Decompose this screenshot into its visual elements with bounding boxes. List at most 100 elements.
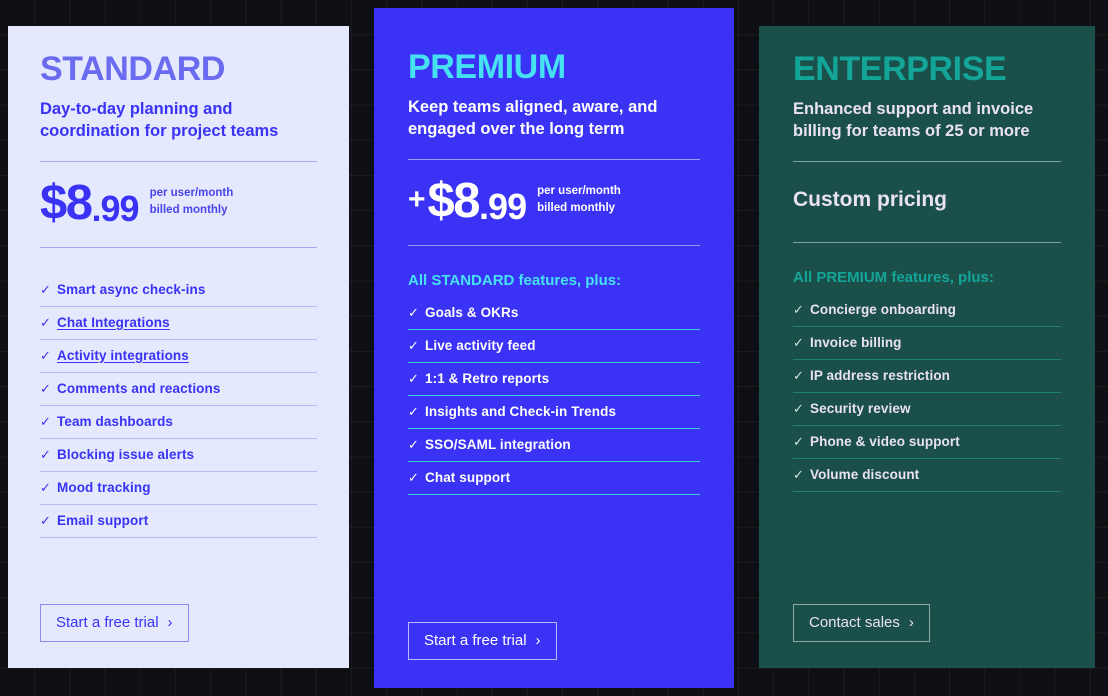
check-icon: ✓ xyxy=(408,436,419,452)
feature-item: ✓ Chat Integrations xyxy=(40,307,317,340)
plan-title-premium: PREMIUM xyxy=(408,48,566,86)
price-meta: per user/month billed monthly xyxy=(150,185,234,225)
check-icon: ✓ xyxy=(40,380,51,396)
feature-item: ✓ 1:1 & Retro reports xyxy=(408,363,700,396)
check-icon: ✓ xyxy=(40,446,51,462)
price-meta-line2: billed monthly xyxy=(149,204,228,217)
feature-link-chat-integrations[interactable]: Chat Integrations xyxy=(57,315,170,330)
plan-tagline-premium: Keep teams aligned, aware, and engaged o… xyxy=(408,98,658,139)
feature-label: Team dashboards xyxy=(57,413,174,429)
feature-item: ✓ SSO/SAML integration xyxy=(408,429,700,462)
features-section-heading-enterprise: All PREMIUM features, plus: xyxy=(793,268,994,286)
check-icon: ✓ xyxy=(40,347,51,363)
cta-wrap: Contact sales › xyxy=(793,604,1061,668)
feature-label: Comments and reactions xyxy=(57,380,221,396)
check-icon: ✓ xyxy=(40,413,51,429)
price-block-enterprise: Custom pricing xyxy=(793,162,1061,242)
pricing-card-enterprise: ENTERPRISE Enhanced support and invoice … xyxy=(759,26,1095,668)
check-icon: ✓ xyxy=(40,281,51,297)
start-free-trial-button-premium[interactable]: Start a free trial › xyxy=(408,622,557,660)
feature-item: ✓ Live activity feed xyxy=(408,330,700,363)
plan-tagline-enterprise: Enhanced support and invoice billing for… xyxy=(793,100,1034,141)
feature-label: IP address restriction xyxy=(810,367,951,383)
chevron-right-icon: › xyxy=(908,614,914,631)
check-icon: ✓ xyxy=(408,337,419,353)
divider-below-price xyxy=(408,244,700,246)
contact-sales-button[interactable]: Contact sales › xyxy=(793,604,930,642)
features-spacer xyxy=(40,248,317,274)
check-icon: ✓ xyxy=(793,334,804,350)
feature-label: Mood tracking xyxy=(57,479,151,495)
pricing-card-standard: STANDARD Day-to-day planning and coordin… xyxy=(8,26,349,668)
cta-label: Contact sales xyxy=(809,614,900,631)
feature-label: Goals & OKRs xyxy=(425,304,519,320)
chevron-right-icon: › xyxy=(535,632,541,649)
check-icon: ✓ xyxy=(793,400,804,416)
feature-item: ✓ IP address restriction xyxy=(793,360,1061,393)
feature-item: ✓ Concierge onboarding xyxy=(793,294,1061,327)
custom-pricing-label: Custom pricing xyxy=(793,187,948,211)
check-icon: ✓ xyxy=(793,367,804,383)
feature-label: Live activity feed xyxy=(425,337,536,353)
feature-label: Volume discount xyxy=(810,466,920,482)
price-cents: .99 xyxy=(91,187,140,229)
cta-wrap: Start a free trial › xyxy=(40,604,317,668)
plan-title-enterprise: ENTERPRISE xyxy=(793,50,1007,88)
feature-item: ✓ Invoice billing xyxy=(793,327,1061,360)
price-plus-sign: + xyxy=(408,182,426,216)
feature-list-standard: ✓ Smart async check-ins ✓ Chat Integrati… xyxy=(40,274,317,538)
feature-item: ✓ Comments and reactions xyxy=(40,373,317,406)
feature-label: Blocking issue alerts xyxy=(57,446,195,462)
feature-label: Email support xyxy=(57,512,149,528)
feature-item: ✓ Email support xyxy=(40,505,317,538)
price-amount: $8 xyxy=(427,173,481,228)
feature-list-enterprise: ✓ Concierge onboarding ✓ Invoice billing… xyxy=(793,294,1061,492)
price-meta-line1: per user/month xyxy=(149,187,234,200)
price-amount: $8 xyxy=(40,175,93,230)
feature-label: Insights and Check-in Trends xyxy=(425,403,617,419)
feature-item: ✓ Team dashboards xyxy=(40,406,317,439)
plan-title-standard: STANDARD xyxy=(40,50,226,88)
feature-label: 1:1 & Retro reports xyxy=(425,370,550,386)
price-block-premium: + $8 .99 per user/month billed monthly xyxy=(408,160,700,245)
feature-label: Security review xyxy=(810,400,911,416)
check-icon: ✓ xyxy=(408,469,419,485)
price-cents: .99 xyxy=(479,185,527,227)
feature-label: Invoice billing xyxy=(810,334,902,350)
chevron-right-icon: › xyxy=(167,614,173,631)
start-free-trial-button-standard[interactable]: Start a free trial › xyxy=(40,604,189,642)
feature-item: ✓ Mood tracking xyxy=(40,472,317,505)
feature-label: Smart async check-ins xyxy=(57,281,206,297)
feature-item: ✓ Security review xyxy=(793,393,1061,426)
feature-label: Concierge onboarding xyxy=(810,301,957,317)
price-meta-line2: billed monthly xyxy=(537,202,616,215)
feature-item: ✓ Smart async check-ins xyxy=(40,274,317,307)
feature-item: ✓ Insights and Check-in Trends xyxy=(408,396,700,429)
plan-tagline-standard: Day-to-day planning and coordination for… xyxy=(40,100,279,141)
cta-label: Start a free trial xyxy=(424,632,527,649)
cta-label: Start a free trial xyxy=(56,614,159,631)
check-icon: ✓ xyxy=(408,304,419,320)
feature-list-premium: ✓ Goals & OKRs ✓ Live activity feed ✓ 1:… xyxy=(408,297,700,495)
check-icon: ✓ xyxy=(793,433,804,449)
divider-below-price xyxy=(793,241,1061,243)
feature-item: ✓ Volume discount xyxy=(793,459,1061,492)
price-meta: per user/month billed monthly xyxy=(537,183,621,223)
feature-label: Chat support xyxy=(425,469,511,485)
check-icon: ✓ xyxy=(408,403,419,419)
feature-label: SSO/SAML integration xyxy=(425,436,571,452)
price-meta-line1: per user/month xyxy=(537,185,621,198)
feature-label: Phone & video support xyxy=(810,433,960,449)
check-icon: ✓ xyxy=(793,466,804,482)
check-icon: ✓ xyxy=(40,479,51,495)
feature-item: ✓ Chat support xyxy=(408,462,700,495)
price-block-standard: $8 .99 per user/month billed monthly xyxy=(40,162,317,247)
feature-link-activity-integrations[interactable]: Activity integrations xyxy=(57,348,189,363)
cta-wrap: Start a free trial › xyxy=(408,622,700,688)
feature-item: ✓ Activity integrations xyxy=(40,340,317,373)
feature-item: ✓ Phone & video support xyxy=(793,426,1061,459)
check-icon: ✓ xyxy=(793,301,804,317)
features-section-heading-premium: All STANDARD features, plus: xyxy=(408,271,622,289)
feature-item: ✓ Blocking issue alerts xyxy=(40,439,317,472)
check-icon: ✓ xyxy=(40,512,51,528)
